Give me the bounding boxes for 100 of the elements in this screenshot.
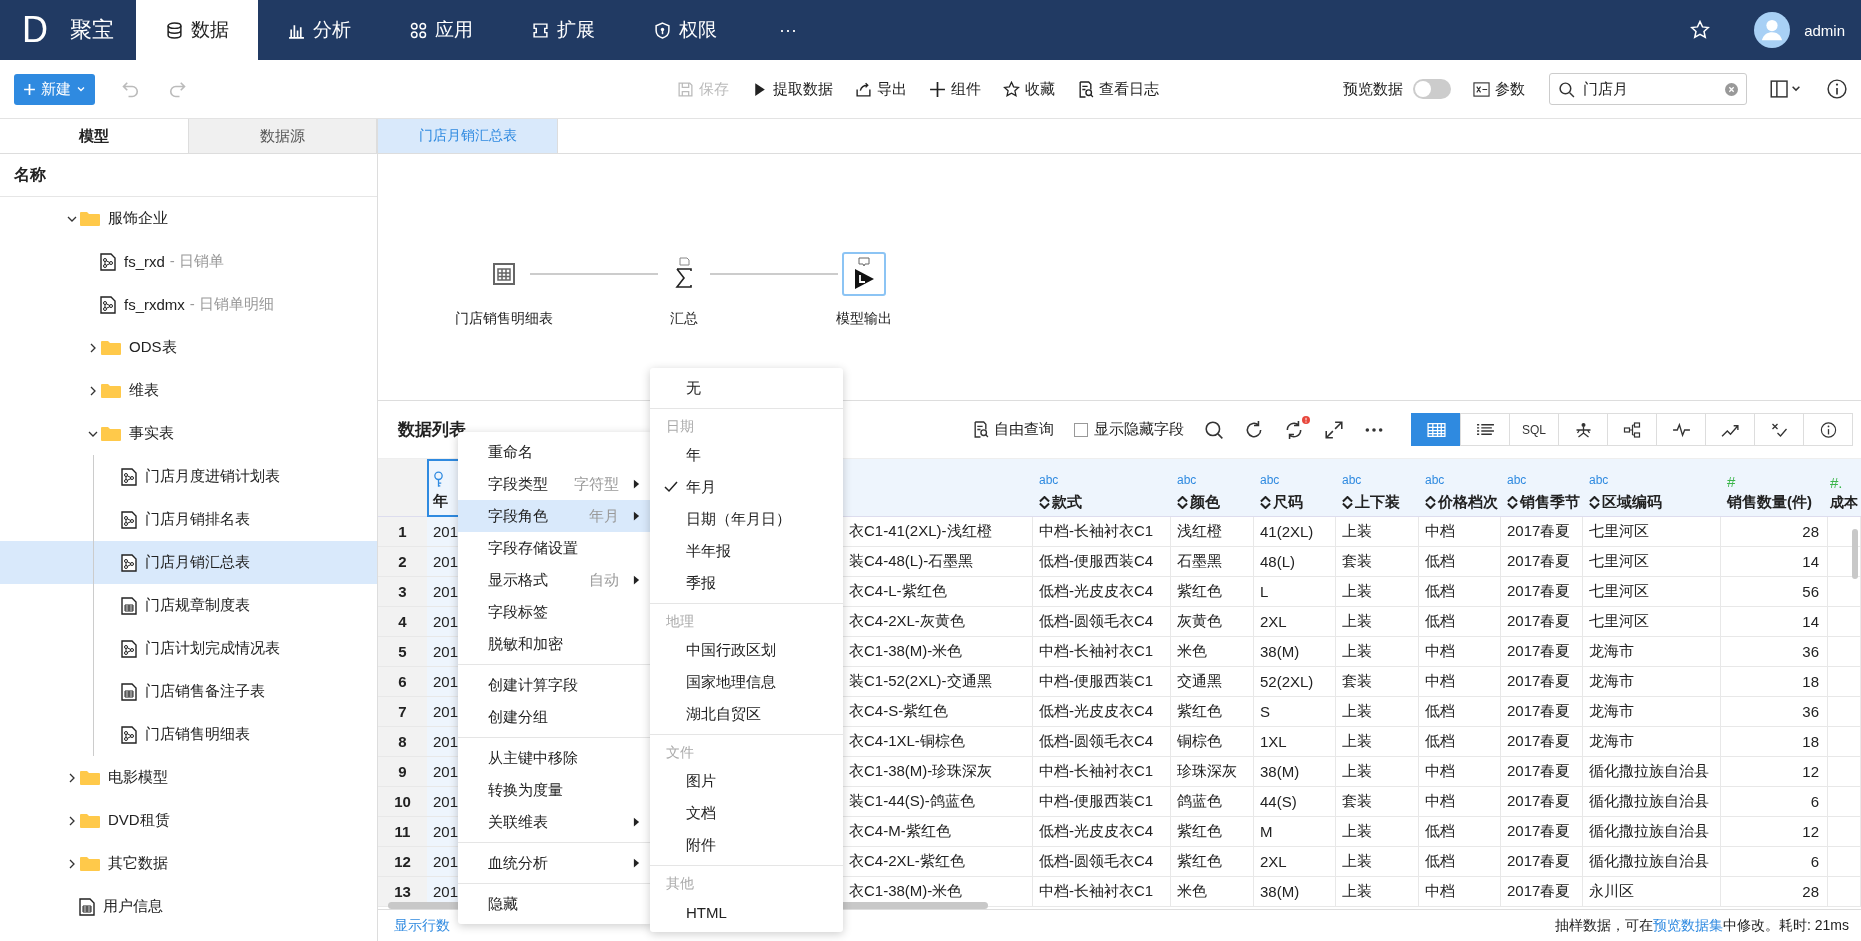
table-cell: 上装 <box>1336 757 1419 787</box>
table-cell: 循化撒拉族自治县 <box>1583 757 1721 787</box>
preview-toggle[interactable] <box>1413 79 1451 99</box>
table-cell: 低档-光皮皮衣C4 <box>1033 697 1171 727</box>
show-rows-link[interactable]: 显示行数 <box>394 916 450 935</box>
view-button[interactable]: SQL <box>1509 413 1559 446</box>
tree-item[interactable]: 门店月度进销计划表 <box>0 455 377 498</box>
tree-item[interactable]: 门店销售备注子表 <box>0 670 377 713</box>
table-cell: 珍珠深灰 <box>1171 757 1254 787</box>
column-header[interactable]: # 销售数量(件) <box>1721 459 1828 517</box>
table-cell: 低档 <box>1419 847 1501 877</box>
toolbar-button[interactable]: 导出 <box>855 79 907 99</box>
table-cell: 上装 <box>1336 637 1419 667</box>
node-label: 汇总 <box>670 310 698 328</box>
nav-tab[interactable]: 数据 <box>136 0 258 60</box>
column-header[interactable]: abc 款式 <box>1033 459 1171 517</box>
nav-tab[interactable]: 分析 <box>258 0 380 60</box>
free-query-button[interactable]: 自由查询 <box>972 420 1054 439</box>
menu-item[interactable]: 图片 <box>650 765 843 797</box>
toolbar-button[interactable]: 查看日志 <box>1077 79 1159 99</box>
tree-item[interactable]: 门店计划完成情况表 <box>0 627 377 670</box>
table-cell: 米色 <box>1171 877 1254 907</box>
menu-item[interactable]: HTML <box>650 896 843 928</box>
shield-icon <box>653 21 671 39</box>
column-header[interactable]: abc 销售季节 <box>1501 459 1583 517</box>
menu-item[interactable]: 无 <box>650 372 843 404</box>
field-type-label: #. <box>1830 474 1844 491</box>
tree-item[interactable]: DVD租赁 <box>0 799 377 842</box>
flow-node[interactable] <box>842 252 886 296</box>
table-cell: 中档-便服西装C1 <box>1033 667 1171 697</box>
row-number: 7 <box>378 697 427 727</box>
panel-tab[interactable]: 数据源 <box>188 119 377 153</box>
tree-item[interactable]: 门店销售明细表 <box>0 713 377 756</box>
folder-icon <box>101 382 121 399</box>
table-cell: 28 <box>1721 517 1828 547</box>
column-header[interactable]: abc 区域编码 <box>1583 459 1721 517</box>
menu-item-value: 年月 <box>589 506 619 526</box>
more-tab[interactable]: ··· <box>746 0 830 60</box>
info-icon[interactable] <box>1827 79 1847 99</box>
refresh-icon[interactable] <box>1284 419 1304 440</box>
menu-item[interactable]: 中国行政区划 <box>650 634 843 666</box>
toolbar-button[interactable]: 收藏 <box>1003 79 1055 99</box>
star-icon <box>1003 80 1020 98</box>
star-icon[interactable] <box>1690 20 1711 40</box>
table-cell: 鸽蓝色 <box>1171 787 1254 817</box>
menu-item[interactable]: 附件 <box>650 829 843 861</box>
avatar-icon[interactable] <box>1754 12 1791 48</box>
table-file-icon <box>121 682 137 701</box>
tree-item[interactable]: 门店月销汇总表 <box>0 541 377 584</box>
menu-item[interactable]: 年月 <box>650 471 843 503</box>
menu-item[interactable]: 季报 <box>650 567 843 599</box>
sort-icon <box>1039 496 1050 509</box>
params-button[interactable]: 参数 <box>1473 79 1525 99</box>
menu-item[interactable]: 国家地理信息 <box>650 666 843 698</box>
tree-item[interactable]: ODS表 <box>0 326 377 369</box>
toolbar-button[interactable]: 提取数据 <box>751 79 833 99</box>
table-cell: 中档-长袖衬衣C1 <box>1033 757 1171 787</box>
redo-icon[interactable] <box>1244 419 1264 440</box>
tree-item[interactable]: 电影模型 <box>0 756 377 799</box>
tree-item[interactable]: 门店规章制度表 <box>0 584 377 627</box>
user-name[interactable]: admin <box>1804 21 1845 39</box>
search-field[interactable]: 门店月 <box>1549 73 1747 105</box>
expand-icon[interactable] <box>1324 419 1344 440</box>
tree-item[interactable]: 门店月销排名表 <box>0 498 377 541</box>
vertical-scrollbar[interactable] <box>1852 529 1858 579</box>
tree-item[interactable]: 事实表 <box>0 412 377 455</box>
toolbar-button[interactable]: 组件 <box>929 79 981 99</box>
search-icon[interactable] <box>1204 419 1224 440</box>
nav-tab[interactable]: 权限 <box>624 0 746 60</box>
show-hidden-checkbox[interactable]: 显示隐藏字段 <box>1074 420 1184 439</box>
menu-item[interactable]: 湖北自贸区 <box>650 698 843 730</box>
column-header[interactable]: abc 价格档次 <box>1419 459 1501 517</box>
extension-icon <box>531 21 549 39</box>
column-header[interactable]: abc 尺码 <box>1254 459 1336 517</box>
tree-item[interactable]: 维表 <box>0 369 377 412</box>
caret-icon <box>76 84 86 94</box>
column-header[interactable]: #. 成本 <box>1828 459 1861 517</box>
tree-item[interactable]: 用户信息 <box>0 885 377 928</box>
nav-tab[interactable]: 应用 <box>380 0 502 60</box>
menu-item[interactable]: 半年报 <box>650 535 843 567</box>
new-button[interactable]: 新建 <box>14 73 95 105</box>
table-cell: 2017春夏 <box>1501 577 1583 607</box>
tree-item[interactable]: fs_rxdmx - 日销单明细 <box>0 283 377 326</box>
preview-dataset-link[interactable]: 预览数据集 <box>1653 916 1723 933</box>
query-icon <box>972 421 989 438</box>
tree-item[interactable]: 其它数据 <box>0 842 377 885</box>
pulse-icon <box>1671 421 1691 438</box>
column-header[interactable]: abc 颜色 <box>1171 459 1254 517</box>
menu-item[interactable]: 文档 <box>650 797 843 829</box>
menu-item[interactable]: 字段角色 年月 <box>458 500 652 532</box>
nav-tab[interactable]: 扩展 <box>502 0 624 60</box>
column-header[interactable]: abc 上下装 <box>1336 459 1419 517</box>
clear-icon[interactable] <box>1725 82 1738 96</box>
tree-item[interactable]: fs_rxd - 日销单 <box>0 240 377 283</box>
menu-item[interactable]: 年 <box>650 439 843 471</box>
table-cell: 14 <box>1721 607 1828 637</box>
table-cell: 交通黑 <box>1171 667 1254 697</box>
menu-item[interactable]: 日期（年月日） <box>650 503 843 535</box>
table-cell: 2017春夏 <box>1501 697 1583 727</box>
tree-item[interactable]: 服饰企业 <box>0 197 377 240</box>
